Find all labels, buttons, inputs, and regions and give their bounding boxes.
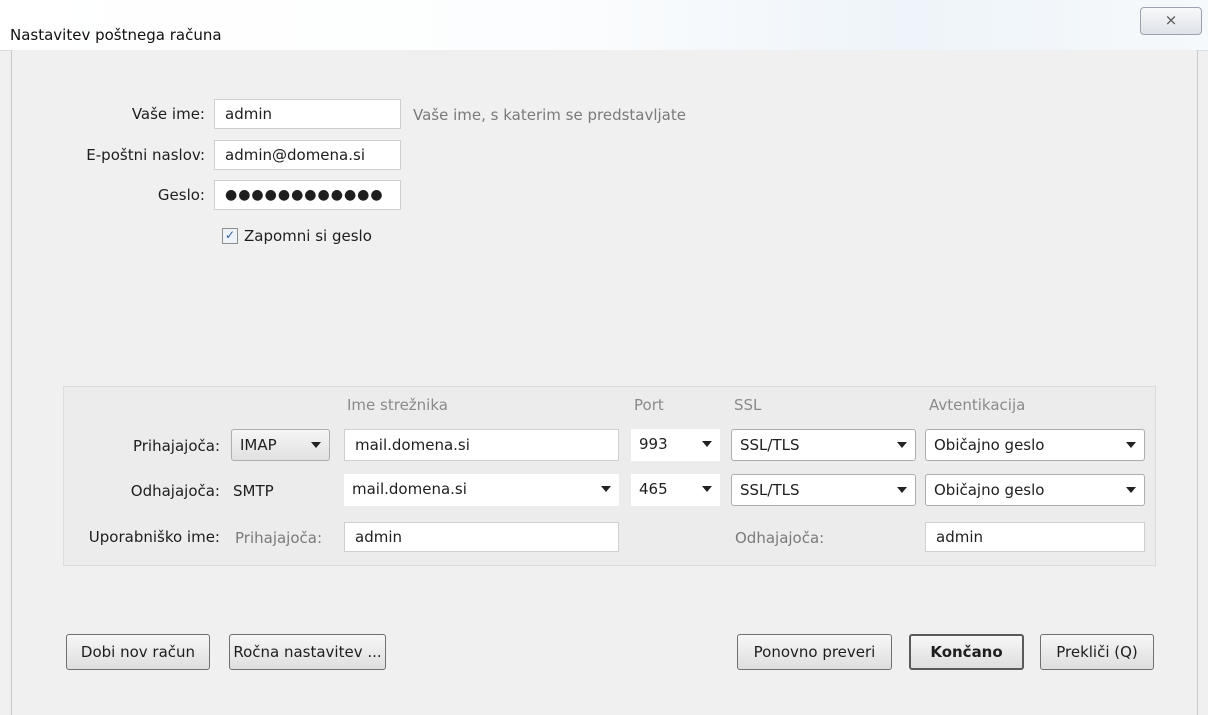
chevron-down-icon (702, 486, 712, 492)
close-icon: ⨯ (1164, 11, 1178, 29)
column-auth: Avtentikacija (929, 396, 1026, 414)
incoming-ssl-select[interactable]: SSL/TLS (731, 429, 916, 461)
name-hint: Vaše ime, s katerim se predstavljate (413, 106, 686, 124)
outgoing-port-value: 465 (639, 480, 668, 498)
title-bar: Nastavitev poštnega računa ⨯ (0, 0, 1208, 51)
chevron-down-icon (1126, 487, 1136, 493)
username-incoming-label: Prihajajoča: (235, 529, 323, 547)
cancel-button[interactable]: Prekliči (Q) (1040, 634, 1154, 670)
incoming-ssl-value: SSL/TLS (740, 436, 800, 454)
chevron-down-icon (601, 486, 611, 492)
password-label: Geslo: (157, 186, 205, 204)
name-label-text: Vaše ime: (131, 105, 205, 123)
username-incoming-input[interactable]: admin (344, 522, 619, 552)
name-label: Vaše ime: (80, 105, 205, 123)
manual-config-button[interactable]: Ročna nastavitev ... (229, 634, 386, 670)
incoming-hostname-input[interactable]: mail.domena.si (344, 429, 619, 461)
retest-button[interactable]: Ponovno preveri (737, 634, 892, 670)
incoming-port-value: 993 (639, 435, 668, 453)
checkmark-icon: ✓ (224, 228, 236, 242)
chevron-down-icon (1126, 442, 1136, 448)
incoming-auth-value: Običajno geslo (934, 436, 1045, 454)
done-button[interactable]: Končano (909, 634, 1024, 670)
chevron-down-icon (311, 442, 321, 448)
outgoing-hostname-select[interactable]: mail.domena.si (344, 474, 619, 506)
close-button[interactable]: ⨯ (1140, 7, 1202, 35)
outgoing-label: Odhajajoča: (130, 482, 220, 500)
column-port: Port (634, 396, 664, 414)
remember-password-label[interactable]: Zapomni si geslo (244, 227, 372, 245)
window-title: Nastavitev poštnega računa (10, 26, 222, 44)
new-account-button[interactable]: Dobi nov račun (66, 634, 210, 670)
outgoing-port-select[interactable]: 465 (631, 474, 720, 506)
column-hostname: Ime strežnika (347, 396, 448, 414)
remember-password-checkbox[interactable]: ✓ (222, 228, 238, 244)
incoming-protocol-value: IMAP (240, 436, 277, 454)
incoming-port-select[interactable]: 993 (631, 429, 720, 461)
column-ssl: SSL (734, 396, 762, 414)
username-label: Uporabniško ime: (88, 528, 220, 546)
password-input[interactable]: ●●●●●●●●●●●● (214, 180, 401, 210)
outgoing-ssl-value: SSL/TLS (740, 481, 800, 499)
chevron-down-icon (702, 441, 712, 447)
incoming-label: Prihajajoča: (132, 437, 220, 455)
username-outgoing-label: Odhajajoča: (735, 529, 825, 547)
chevron-down-icon (897, 487, 907, 493)
chevron-down-icon (897, 442, 907, 448)
outgoing-ssl-select[interactable]: SSL/TLS (731, 474, 916, 506)
email-label: E-poštni naslov: (86, 146, 205, 164)
email-input[interactable]: admin@domena.si (214, 140, 401, 170)
outgoing-protocol: SMTP (233, 482, 274, 500)
outgoing-auth-select[interactable]: Običajno geslo (925, 474, 1145, 506)
outgoing-auth-value: Običajno geslo (934, 481, 1045, 499)
outgoing-hostname-value: mail.domena.si (352, 480, 467, 498)
incoming-auth-select[interactable]: Običajno geslo (925, 429, 1145, 461)
name-input[interactable]: admin (214, 99, 401, 129)
username-outgoing-input[interactable]: admin (925, 522, 1145, 552)
incoming-protocol-select[interactable]: IMAP (231, 429, 330, 461)
